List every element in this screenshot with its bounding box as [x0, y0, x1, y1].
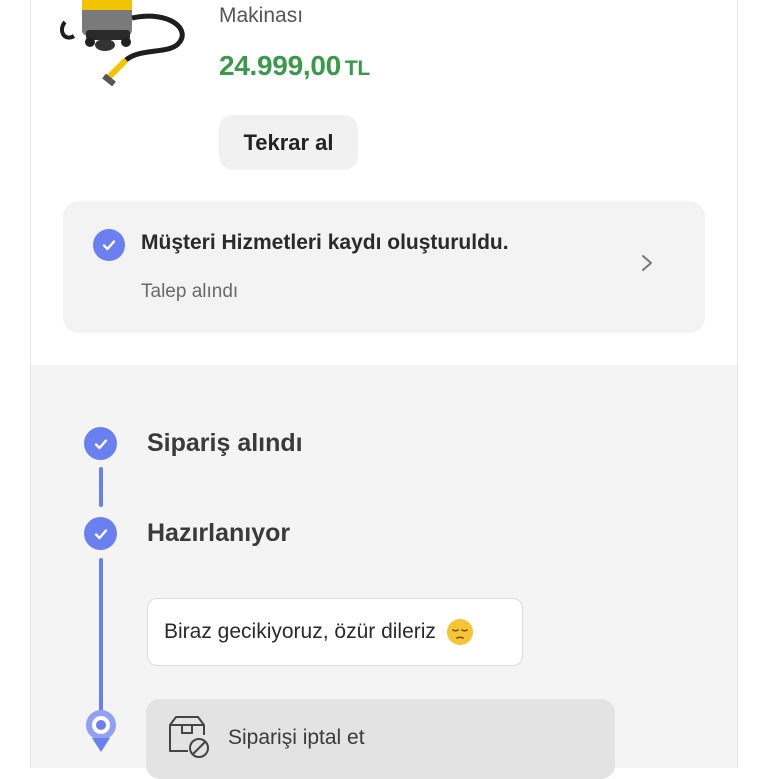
step-connector [99, 467, 103, 507]
step-check-icon [84, 427, 117, 460]
cancel-order-button[interactable]: Siparişi iptal et [146, 699, 615, 779]
step-label-preparing: Hazırlanıyor [147, 519, 291, 547]
customer-service-title: Müşteri Hizmetleri kaydı oluşturuldu. [141, 231, 509, 254]
price-value: 24.999,00 [219, 50, 341, 81]
card-border-right [737, 0, 738, 768]
step-connector [99, 558, 103, 713]
chevron-right-icon [642, 255, 652, 271]
marker-pointer-icon [92, 738, 110, 752]
rebuy-button[interactable]: Tekrar al [219, 115, 358, 170]
step-check-icon [84, 517, 117, 550]
product-name: Makinası [219, 4, 304, 27]
sad-face-icon [446, 619, 473, 645]
customer-service-status: Talep alındı [141, 281, 239, 302]
check-circle-icon [93, 229, 125, 261]
price-currency: TL [344, 57, 370, 80]
box-cancel-icon [169, 716, 209, 758]
delay-message: Biraz gecikiyoruz, özür dileriz [147, 598, 523, 666]
step-label-order-received: Sipariş alındı [147, 429, 303, 457]
customer-service-card[interactable]: Müşteri Hizmetleri kaydı oluşturuldu. Ta… [63, 201, 705, 333]
current-step-marker-core [96, 720, 106, 730]
cancel-order-label: Siparişi iptal et [228, 726, 365, 749]
product-image[interactable] [60, 0, 190, 88]
product-price: 24.999,00 TL [219, 50, 370, 82]
delay-message-text: Biraz gecikiyoruz, özür dileriz [164, 620, 436, 643]
